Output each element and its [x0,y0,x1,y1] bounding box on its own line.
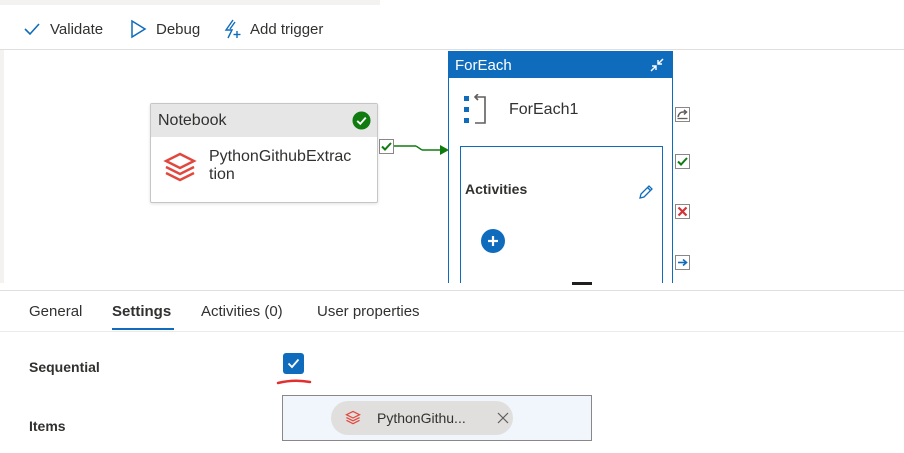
collapse-icon[interactable] [648,56,666,74]
tab-settings[interactable]: Settings [112,303,171,320]
tab-general[interactable]: General [29,303,82,320]
validate-label: Validate [50,20,104,38]
foreach-name-row: ForEach1 [463,94,578,126]
items-chip[interactable]: PythonGithu... [331,401,513,435]
notebook-body: PythonGithubExtrac tion [163,148,369,185]
success-port-icon[interactable] [379,139,394,154]
foreach-name: ForEach1 [509,101,579,118]
plus-icon [488,236,498,246]
pipeline-canvas[interactable]: Notebook PythonGithubExtrac tion ForEach… [0,50,904,283]
trigger-icon [224,19,241,39]
pencil-icon[interactable] [637,183,655,201]
add-trigger-button[interactable]: Add trigger [222,18,323,40]
panel-resize-handle[interactable] [572,282,592,285]
sequential-label: Sequential [29,359,100,375]
notebook-type-label: Notebook [158,111,227,129]
success-connector[interactable] [394,141,450,157]
red-underline-annotation [276,379,312,385]
foreach-header: ForEach [449,52,672,78]
toolbar: Validate Debug Add trigger [0,0,904,50]
notebook-header: Notebook [151,104,377,137]
add-trigger-label: Add trigger [250,20,324,38]
tab-activities[interactable]: Activities (0) [201,303,283,320]
debug-button[interactable]: Debug [128,18,200,40]
foreach-icon [464,94,486,124]
play-icon [131,19,147,39]
foreach-activity[interactable]: ForEach ForEach1 Activities [448,51,673,283]
success-icon [352,111,371,130]
foreach-activities-container[interactable]: Activities [460,146,663,283]
skip-icon[interactable] [675,107,690,122]
checkmark-icon [287,358,300,369]
items-expression-field[interactable]: PythonGithu... [282,395,592,441]
databricks-icon [345,410,361,425]
sequential-checkbox[interactable] [283,353,304,374]
arrow-right-icon[interactable] [675,255,690,270]
validate-button[interactable]: Validate [22,18,103,40]
debug-label: Debug [156,20,201,38]
active-tab-indicator [112,328,174,330]
failure-icon[interactable] [675,204,690,219]
add-activity-button[interactable] [481,229,505,253]
activities-title: Activities [465,181,528,197]
check-icon [24,23,40,36]
toolbar-top-strip [0,0,380,5]
items-label: Items [29,418,66,434]
notebook-name: PythonGithubExtrac tion [209,148,352,183]
notebook-activity[interactable]: Notebook PythonGithubExtrac tion [150,103,378,203]
properties-tabs: General Settings Activities (0) User pro… [0,290,904,332]
tab-user-properties[interactable]: User properties [317,303,420,320]
completion-icon[interactable] [675,154,690,169]
databricks-icon [163,152,197,182]
close-icon[interactable] [497,412,509,424]
foreach-type-label: ForEach [455,56,512,74]
canvas-left-edge [0,50,4,283]
items-chip-label: PythonGithu... [377,410,466,426]
